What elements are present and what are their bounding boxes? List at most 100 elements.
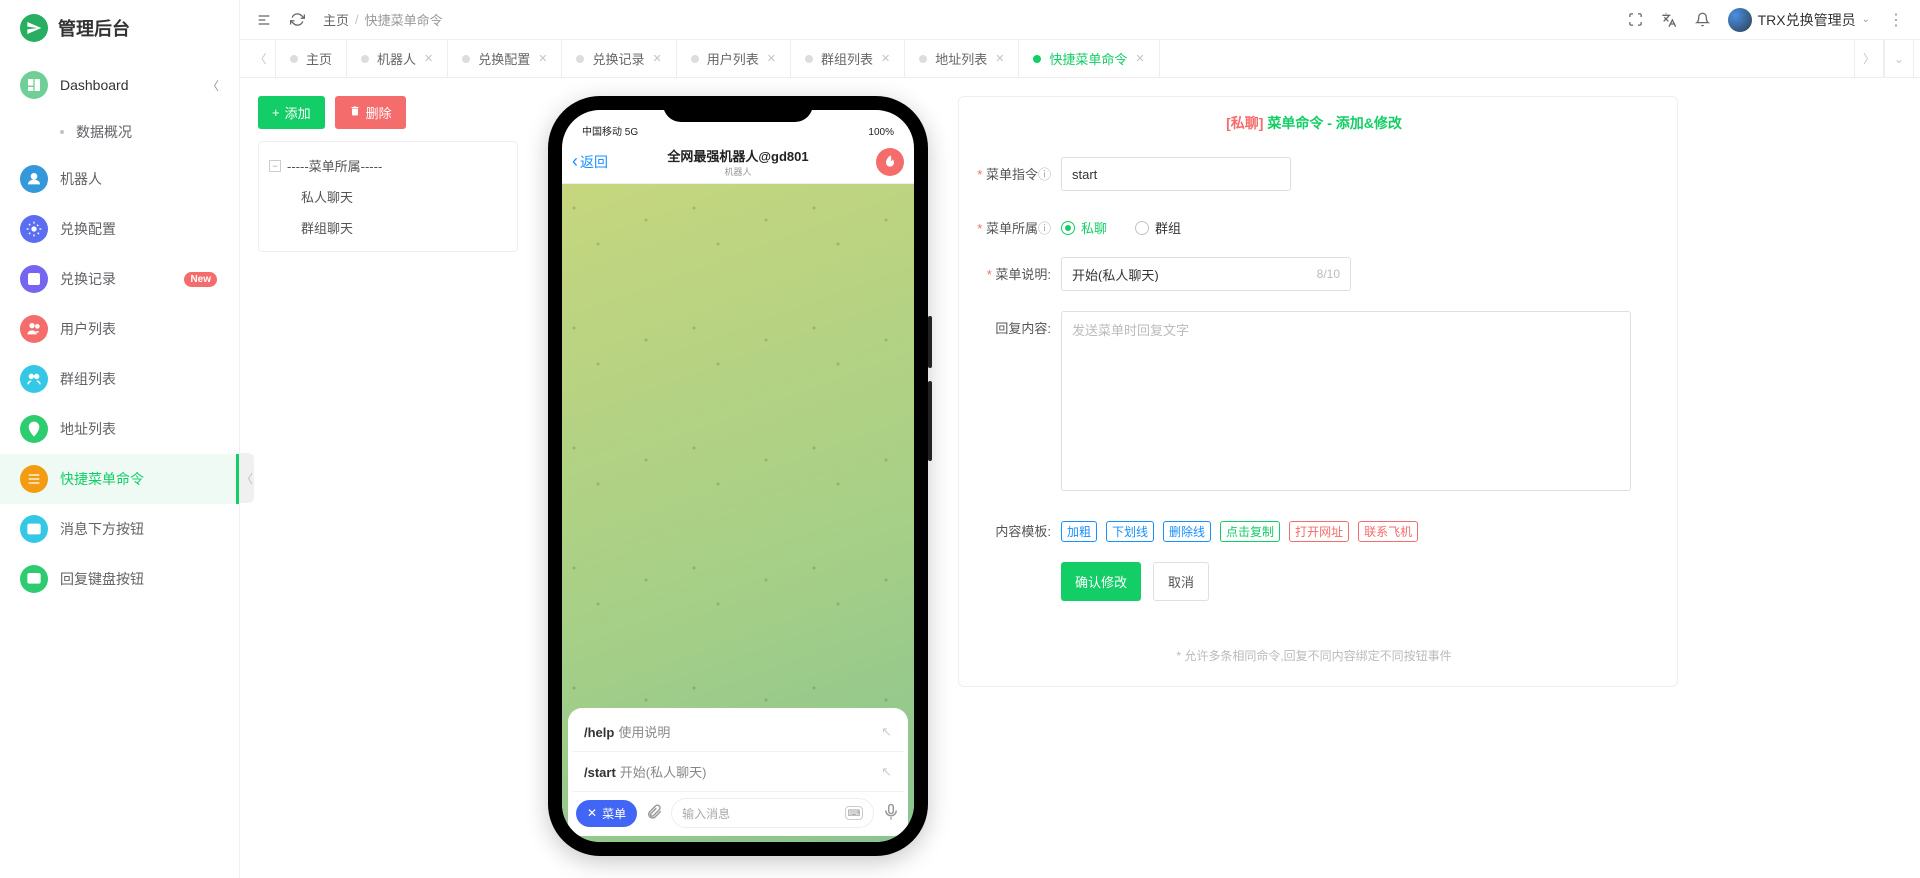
sidebar-item[interactable]: 快捷菜单命令 <box>0 454 239 504</box>
template-tag[interactable]: 打开网址 <box>1289 521 1349 542</box>
template-tag[interactable]: 删除线 <box>1163 521 1211 542</box>
close-icon[interactable]: ✕ <box>653 52 662 65</box>
attach-icon[interactable] <box>645 803 663 824</box>
close-icon[interactable]: ✕ <box>1135 52 1144 65</box>
tabs-dropdown-icon[interactable]: ⌄ <box>1884 40 1914 77</box>
template-tag[interactable]: 联系飞机 <box>1358 521 1418 542</box>
close-icon[interactable]: ✕ <box>995 52 1004 65</box>
avatar <box>1728 8 1752 32</box>
phone-menu-button[interactable]: ✕ 菜单 <box>576 800 637 827</box>
label-reply: 回复内容: <box>977 311 1061 337</box>
translate-icon[interactable] <box>1661 12 1677 28</box>
phone-preview: 中国移动 5G 100% ‹ 返回 全网最强机器人@gd801 机器人 <box>548 96 928 856</box>
menu-item-icon <box>20 565 48 593</box>
sidebar-item[interactable]: 兑换配置 <box>0 204 239 254</box>
phone-chat-body: /help使用说明 ↖ /start开始(私人聊天) ↖ ✕ <box>562 184 914 842</box>
phone-command-row[interactable]: /help使用说明 ↖ <box>572 712 904 752</box>
menu-item-icon <box>20 515 48 543</box>
more-icon[interactable]: ⋮ <box>1888 10 1904 30</box>
mic-icon[interactable] <box>882 803 900 824</box>
tab[interactable]: 快捷菜单命令✕ <box>1019 40 1159 77</box>
sidebar-item-dashboard[interactable]: Dashboard 〈 <box>0 60 239 110</box>
radio-private[interactable]: 私聊 <box>1061 218 1107 237</box>
user-menu[interactable]: TRX兑换管理员 ⌄ <box>1728 8 1870 32</box>
menu-item-icon <box>20 465 48 493</box>
breadcrumb-current: 快捷菜单命令 <box>365 10 443 29</box>
header: 主页 / 快捷菜单命令 TRX兑换管理员 ⌄ <box>240 0 1920 40</box>
tree-collapse-icon[interactable]: − <box>269 160 281 172</box>
tree-child[interactable]: 群组聊天 <box>263 212 513 243</box>
add-button[interactable]: + 添加 <box>258 96 325 129</box>
fullscreen-icon[interactable] <box>1628 12 1643 27</box>
radio-group[interactable]: 群组 <box>1135 218 1181 237</box>
close-icon[interactable]: ✕ <box>767 52 776 65</box>
phone-title: 全网最强机器人@gd801 <box>562 146 914 165</box>
collapse-left-handle[interactable]: 〈 <box>240 453 254 503</box>
template-tag[interactable]: 下划线 <box>1106 521 1154 542</box>
logo: 管理后台 <box>0 0 239 55</box>
sidebar-sub-overview[interactable]: 数据概况 <box>0 110 239 154</box>
close-icon[interactable]: ✕ <box>424 52 433 65</box>
close-icon: ✕ <box>587 806 597 820</box>
sidebar-item[interactable]: 兑换记录New <box>0 254 239 304</box>
desc-input[interactable] <box>1072 267 1317 282</box>
tabs-bar: 〈 主页机器人✕兑换配置✕兑换记录✕用户列表✕群组列表✕地址列表✕快捷菜单命令✕… <box>240 40 1920 78</box>
menu-item-icon <box>20 165 48 193</box>
collapse-sidebar-icon[interactable] <box>256 12 272 28</box>
sidebar-item[interactable]: 地址列表 <box>0 404 239 454</box>
sidebar-item[interactable]: 用户列表 <box>0 304 239 354</box>
form-note: * 允许多条相同命令,回复不同内容绑定不同按钮事件 <box>977 647 1651 664</box>
phone-commands-panel: /help使用说明 ↖ /start开始(私人聊天) ↖ ✕ <box>568 708 908 836</box>
chevron-down-icon: ⌄ <box>1862 14 1870 25</box>
menu-item-icon <box>20 265 48 293</box>
delete-button[interactable]: 删除 <box>335 96 406 129</box>
close-icon[interactable]: ✕ <box>881 52 890 65</box>
bell-icon[interactable] <box>1695 12 1710 27</box>
template-tag[interactable]: 加粗 <box>1061 521 1097 542</box>
logo-text: 管理后台 <box>58 15 130 41</box>
trash-icon <box>349 105 361 120</box>
phone-header: ‹ 返回 全网最强机器人@gd801 机器人 <box>562 140 914 184</box>
label-desc: 菜单说明: <box>977 257 1061 283</box>
tab[interactable]: 兑换配置✕ <box>448 40 562 77</box>
tabs-right-icon[interactable]: 〉 <box>1854 40 1884 77</box>
label-owner: 菜单所属ⓘ <box>977 211 1061 237</box>
tab[interactable]: 主页 <box>276 40 347 77</box>
tree-root[interactable]: − -----菜单所属----- <box>263 150 513 181</box>
tree-child[interactable]: 私人聊天 <box>263 181 513 212</box>
sidebar-item[interactable]: 消息下方按钮 <box>0 504 239 554</box>
phone-subtitle: 机器人 <box>562 165 914 178</box>
menu-tree: − -----菜单所属----- 私人聊天 群组聊天 <box>258 141 518 252</box>
arrow-up-left-icon: ↖ <box>881 764 892 780</box>
chevron-up-icon: 〈 <box>207 77 219 94</box>
form-title-tag: [私聊] <box>1226 115 1263 131</box>
tab[interactable]: 地址列表✕ <box>905 40 1019 77</box>
sidebar-item[interactable]: 回复键盘按钮 <box>0 554 239 604</box>
tab[interactable]: 用户列表✕ <box>677 40 791 77</box>
tab[interactable]: 群组列表✕ <box>791 40 905 77</box>
phone-back-button[interactable]: ‹ 返回 <box>572 151 608 172</box>
template-tag[interactable]: 点击复制 <box>1220 521 1280 542</box>
plus-icon: + <box>272 105 280 120</box>
menu-item-icon <box>20 315 48 343</box>
dashboard-icon <box>20 71 48 99</box>
sidebar-item[interactable]: 群组列表 <box>0 354 239 404</box>
reply-textarea[interactable] <box>1061 311 1631 491</box>
command-input[interactable] <box>1061 157 1291 191</box>
close-icon[interactable]: ✕ <box>538 52 547 65</box>
cancel-button[interactable]: 取消 <box>1153 562 1209 601</box>
desc-counter: 8/10 <box>1317 267 1340 281</box>
form-title-rest: 菜单命令 - 添加&修改 <box>1267 115 1402 131</box>
tab[interactable]: 机器人✕ <box>347 40 448 77</box>
tabs-left-icon[interactable]: 〈 <box>246 40 276 77</box>
sidebar-item[interactable]: 机器人 <box>0 154 239 204</box>
breadcrumb-home[interactable]: 主页 <box>323 10 349 29</box>
bot-avatar <box>876 148 904 176</box>
left-panel: + 添加 删除 − -----菜单所属----- 私人聊 <box>258 96 518 252</box>
breadcrumb: 主页 / 快捷菜单命令 <box>323 10 443 29</box>
tab[interactable]: 兑换记录✕ <box>562 40 676 77</box>
phone-message-input[interactable]: 输入消息 ⌨ <box>671 798 874 828</box>
phone-command-row[interactable]: /start开始(私人聊天) ↖ <box>572 752 904 792</box>
submit-button[interactable]: 确认修改 <box>1061 562 1141 601</box>
reload-icon[interactable] <box>290 12 305 27</box>
